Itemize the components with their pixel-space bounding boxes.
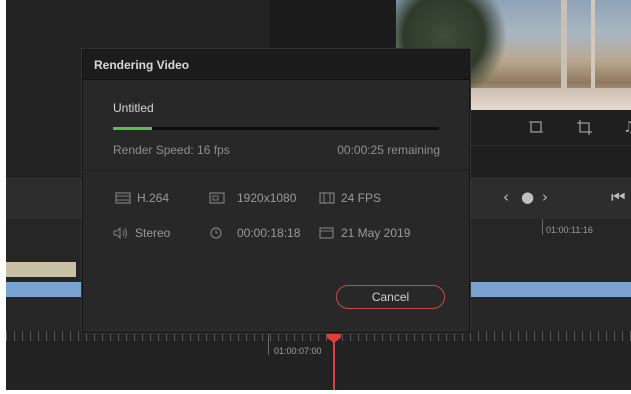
frame-rate-info: 24 FPS	[319, 191, 381, 205]
dialog-divider	[83, 170, 469, 171]
bottom-margin	[0, 390, 631, 394]
date-info: 21 May 2019	[319, 226, 410, 240]
dialog-title: Rendering Video	[94, 58, 190, 72]
codec-value: H.264	[137, 191, 170, 205]
clock-icon	[209, 227, 225, 239]
render-job-name: Untitled	[113, 101, 154, 115]
film-strip-icon	[115, 192, 131, 204]
timecode-tick	[542, 219, 543, 235]
dot-icon[interactable]: ●	[521, 188, 534, 206]
resolution-info: 1920x1080	[209, 191, 296, 205]
audio-info: Stereo	[113, 226, 170, 240]
codec-info: H.264	[115, 191, 169, 205]
time-remaining: 00:00:25 remaining	[337, 143, 440, 157]
crop-icon[interactable]	[577, 120, 592, 139]
dialog-header: Rendering Video	[83, 50, 469, 80]
duration-info: 00:00:18:18	[209, 226, 300, 240]
render-speed: Render Speed: 16 fps	[113, 143, 230, 157]
timeline-ruler[interactable]: 01:00:07:00	[6, 331, 631, 394]
frame-rate-value: 24 FPS	[341, 191, 382, 205]
duration-value: 00:00:18:18	[237, 226, 301, 240]
transform-icon[interactable]	[529, 120, 543, 138]
cancel-button[interactable]: Cancel	[336, 285, 445, 309]
next-edit-icon[interactable]: ›	[542, 188, 548, 206]
frame-rate-icon	[319, 192, 335, 204]
marker-timecode: 01:00:11:16	[546, 225, 593, 235]
audio-note-icon[interactable]: ♫	[623, 118, 631, 136]
date-value: 21 May 2019	[341, 226, 411, 240]
render-progress-bar	[113, 127, 439, 130]
audio-value: Stereo	[135, 226, 171, 240]
render-progress-fill	[113, 127, 153, 130]
video-post	[561, 0, 567, 95]
ruler-major-tick	[268, 331, 269, 355]
calendar-icon	[319, 227, 335, 239]
resolution-icon	[209, 192, 225, 204]
editor-background: ♫ ‹ ● › ⏮ 01:00:11:16 01:00:07:00 Render…	[6, 0, 631, 394]
playhead-timecode: 01:00:07:00	[274, 346, 322, 356]
speaker-icon	[113, 226, 129, 240]
resolution-value: 1920x1080	[237, 191, 297, 205]
skip-to-start-icon[interactable]: ⏮	[611, 187, 625, 207]
prev-edit-icon[interactable]: ‹	[503, 188, 509, 206]
video-post	[591, 0, 595, 95]
timeline-clip-audio[interactable]	[6, 262, 76, 277]
rendering-dialog: Rendering Video Untitled Render Speed: 1…	[82, 49, 470, 333]
